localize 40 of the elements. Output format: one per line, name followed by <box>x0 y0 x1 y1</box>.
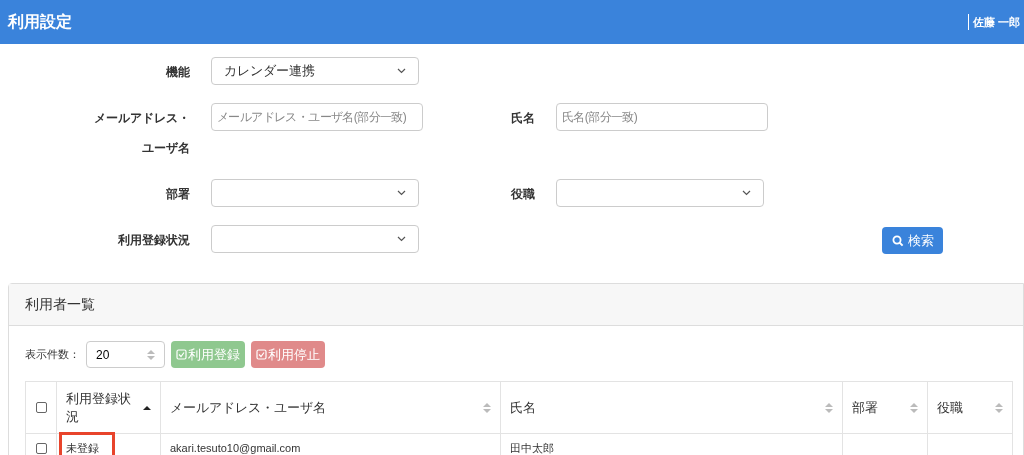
sort-icon <box>995 401 1003 414</box>
chevron-icon <box>397 68 406 74</box>
panel-title: 利用者一覧 <box>25 295 95 314</box>
field-label: 氏名 <box>510 110 535 127</box>
chevron-icon <box>397 190 406 196</box>
column-header[interactable]: 部署 <box>842 381 928 434</box>
select-field[interactable] <box>211 225 419 253</box>
checkbox-icon <box>176 349 187 360</box>
table-cell: akari.tesuto10@gmail.com <box>170 442 301 455</box>
page-title: 利用設定 <box>8 12 72 32</box>
column-header[interactable]: 利用登録状況 <box>56 381 161 434</box>
checkbox[interactable] <box>35 402 47 413</box>
input-field[interactable]: メールアドレス・ユーザ名(部分一致) <box>211 103 423 131</box>
sort-icon <box>147 348 155 361</box>
sort-icon <box>910 401 918 414</box>
search-button[interactable]: 検索 <box>882 227 943 254</box>
table-cell: 田中太郎 <box>510 442 554 455</box>
field-label: 利用登録状況 <box>117 232 190 249</box>
user-name[interactable]: 佐藤 一郎 <box>967 13 1020 31</box>
field-label: 役職 <box>510 186 535 203</box>
column-header[interactable]: 氏名 <box>500 381 843 434</box>
search-icon <box>891 234 904 247</box>
field-label: 部署 <box>165 186 190 203</box>
column-header[interactable]: メールアドレス・ユーザ名 <box>160 381 501 434</box>
field-label: メールアドレス・ ユーザ名 <box>93 110 190 157</box>
checkbox-icon <box>256 349 267 360</box>
page-size-label: 表示件数： <box>25 347 80 363</box>
sort-icon <box>483 401 491 414</box>
table-cell: 未登録 <box>66 442 99 455</box>
field-label: 機能 <box>165 64 190 81</box>
sort-icon <box>825 401 833 414</box>
column-header[interactable]: 役職 <box>927 381 1013 434</box>
select-field[interactable]: カレンダー連携 <box>211 57 419 85</box>
input-field[interactable]: 氏名(部分一致) <box>556 103 768 131</box>
select-field[interactable] <box>556 179 764 207</box>
select-field[interactable] <box>211 179 419 207</box>
page-size-select[interactable]: 20 <box>86 341 165 368</box>
chevron-icon <box>742 190 751 196</box>
checkbox[interactable] <box>35 443 47 454</box>
chevron-icon <box>397 236 406 242</box>
